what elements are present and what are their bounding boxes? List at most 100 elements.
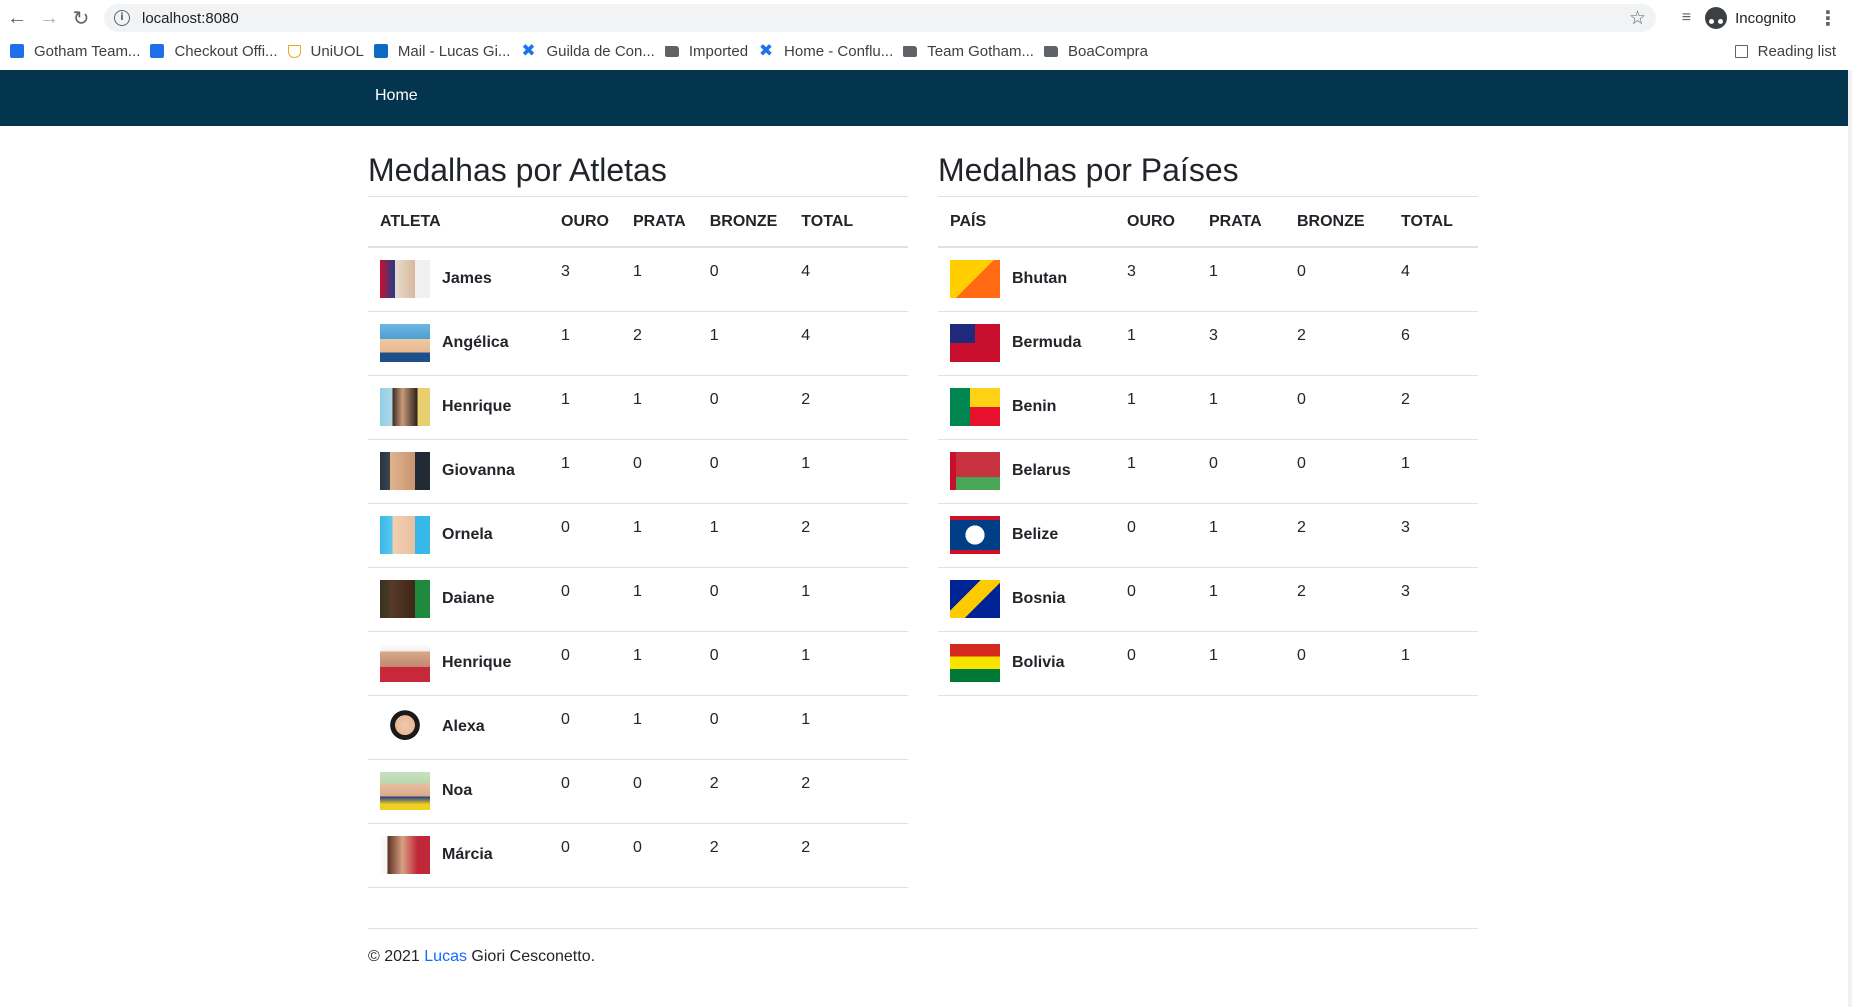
ouro-count: 1	[1115, 439, 1197, 504]
athlete-identity: Henrique	[380, 644, 537, 682]
total-count: 4	[789, 247, 908, 312]
bookmark-item[interactable]: Mail - Lucas Gi...	[373, 42, 511, 60]
table-row: Henrique 0 1 0 1	[368, 631, 908, 696]
bookmark-label: Home - Conflu...	[784, 42, 894, 60]
bookmark-item[interactable]: Checkout Offi...	[150, 42, 278, 60]
table-row: Henrique 1 1 0 2	[368, 375, 908, 440]
table-row: Ornela 0 1 1 2	[368, 503, 908, 568]
folder-icon	[664, 45, 679, 57]
athlete-name: Daiane	[442, 590, 495, 607]
footer-author-link[interactable]: Lucas	[424, 948, 467, 965]
footer-copyright: © 2021	[368, 948, 425, 965]
athlete-cell: Alexa	[368, 695, 549, 760]
athlete-identity: Ornela	[380, 516, 537, 554]
confluence-icon: ✖	[758, 41, 774, 61]
bronze-count: 0	[697, 695, 790, 760]
athlete-identity: Alexa	[380, 708, 537, 746]
col-header-bronze: BRONZE	[697, 196, 790, 248]
table-row: Angélica 1 2 1 4	[368, 311, 908, 376]
country-name: Belarus	[1012, 462, 1071, 479]
col-header-prata: PRATA	[621, 196, 698, 248]
country-identity: Belize	[950, 516, 1103, 554]
bookmark-item[interactable]: Gotham Team...	[10, 43, 140, 60]
athlete-name: Henrique	[442, 398, 512, 415]
total-count: 1	[789, 631, 908, 696]
bookmark-label: Mail - Lucas Gi...	[397, 42, 511, 60]
ouro-count: 0	[549, 695, 621, 760]
outlook-icon	[373, 44, 388, 58]
reload-icon[interactable]: ↻	[66, 3, 96, 33]
team-icon	[150, 44, 165, 58]
bronze-count: 2	[1285, 567, 1389, 632]
col-header-bronze: BRONZE	[1285, 196, 1389, 248]
bookmark-star-icon[interactable]: ☆	[1629, 7, 1646, 30]
site-info-icon[interactable]: i	[114, 10, 130, 26]
col-header-ouro: OURO	[1115, 196, 1197, 248]
incognito-icon[interactable]	[1705, 7, 1728, 29]
bookmark-label: Imported	[688, 42, 749, 60]
ouro-count: 0	[549, 503, 621, 568]
bookmark-item[interactable]: UniUOL	[287, 42, 364, 60]
athlete-cell: James	[368, 247, 549, 312]
athlete-avatar	[380, 516, 430, 554]
country-identity: Benin	[950, 388, 1103, 426]
country-cell: Bosnia	[938, 567, 1115, 632]
bookmark-label: Checkout Offi...	[174, 42, 278, 60]
scrollbar[interactable]	[1848, 70, 1852, 1007]
folder-icon	[903, 45, 918, 57]
total-count: 1	[1389, 439, 1478, 504]
browser-toolbar: ← → ↻ i localhost:8080 ☆ ≡ Incognito ⋮	[0, 0, 1852, 36]
back-arrow-icon[interactable]: ←	[2, 3, 32, 33]
reading-list-button[interactable]: Reading list	[1734, 36, 1836, 66]
ouro-count: 1	[549, 375, 621, 440]
bookmark-label: UniUOL	[310, 42, 364, 60]
browser-menu-icon[interactable]: ⋮	[1818, 6, 1838, 31]
ouro-count: 0	[549, 759, 621, 824]
bookmark-item[interactable]: ✖ Home - Conflu...	[758, 43, 893, 60]
athlete-identity: Angélica	[380, 324, 537, 362]
athlete-identity: Daiane	[380, 580, 537, 618]
tab-search-icon[interactable]: ≡	[1682, 9, 1691, 27]
forward-arrow-icon[interactable]: →	[34, 3, 64, 33]
country-identity: Bermuda	[950, 324, 1103, 362]
col-header-prata: PRATA	[1197, 196, 1285, 248]
athletes-title: Medalhas por Atletas	[368, 152, 667, 188]
table-row: Márcia 0 0 2 2	[368, 823, 908, 888]
country-identity: Bhutan	[950, 260, 1103, 299]
prata-count: 3	[1197, 311, 1285, 376]
athlete-name: Angélica	[442, 334, 509, 351]
bronze-count: 2	[697, 823, 790, 888]
bookmark-item[interactable]: Team Gotham...	[903, 43, 1034, 60]
country-cell: Bermuda	[938, 311, 1115, 376]
bookmark-item[interactable]: BoaCompra	[1043, 42, 1149, 60]
bookmark-item[interactable]: ✖ Guilda de Con...	[520, 43, 655, 60]
athlete-name: Ornela	[442, 526, 493, 543]
address-bar[interactable]: i localhost:8080 ☆	[104, 4, 1656, 32]
total-count: 2	[789, 823, 908, 888]
bookmark-label: Team Gotham...	[927, 42, 1034, 60]
prata-count: 2	[621, 311, 698, 376]
bronze-count: 0	[697, 247, 790, 312]
nav-home-link[interactable]: Home	[375, 87, 418, 105]
athlete-name: Giovanna	[442, 462, 515, 479]
total-count: 2	[789, 503, 908, 568]
table-row: James 3 1 0 4	[368, 247, 908, 312]
country-flag	[950, 452, 1000, 490]
bookmark-item[interactable]: Imported	[664, 42, 749, 60]
profile-label[interactable]: Incognito	[1735, 10, 1796, 27]
total-count: 1	[789, 695, 908, 760]
athlete-avatar	[380, 260, 430, 299]
athlete-avatar	[380, 836, 430, 874]
bookmark-label: BoaCompra	[1067, 42, 1149, 60]
url-text[interactable]: localhost:8080	[142, 10, 239, 27]
prata-count: 1	[1197, 567, 1285, 632]
table-row: Belarus 1 0 0 1	[938, 439, 1478, 504]
prata-count: 1	[1197, 375, 1285, 440]
ouro-count: 0	[549, 631, 621, 696]
country-cell: Belarus	[938, 439, 1115, 504]
prata-count: 1	[621, 247, 698, 312]
prata-count: 1	[1197, 631, 1285, 696]
prata-count: 0	[621, 823, 698, 888]
countries-section: Medalhas por Países PAÍS OURO PRATA BRON…	[938, 150, 1478, 696]
country-name: Bosnia	[1012, 590, 1066, 607]
